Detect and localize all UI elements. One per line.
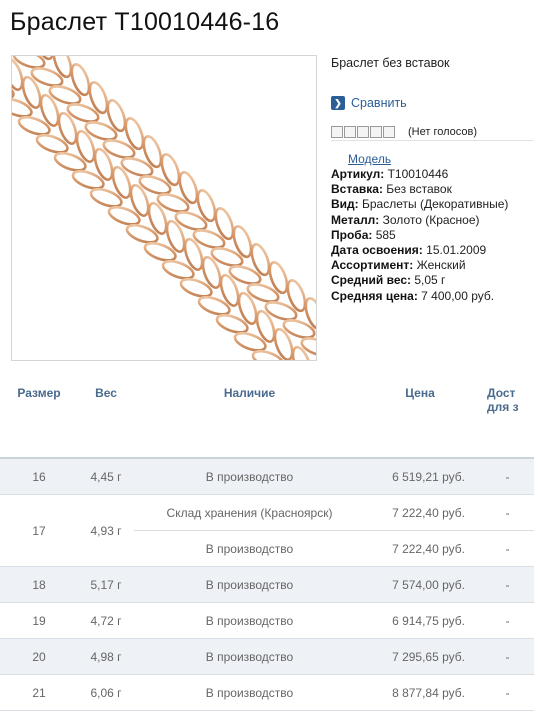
attribute-label: Ассортимент: (331, 258, 414, 273)
cell-weight: 4,72 г (90, 613, 122, 628)
cell-weight: 5,17 г (78, 566, 134, 603)
header-delivery-line-2: для з (487, 400, 519, 414)
cell-size: 17 (32, 523, 46, 538)
attribute-value: 5,05 г (411, 273, 446, 288)
rating-star-icon[interactable] (383, 126, 395, 138)
table-row: 20 4,98 г В производство 7 295,65 руб. - (0, 638, 534, 675)
attribute-label: Проба: (331, 227, 373, 242)
compare-control[interactable]: ❯ Сравнить (331, 96, 407, 110)
attribute-row: Проба: 585 (331, 228, 508, 243)
cell-stock: В производство (134, 566, 365, 603)
attribute-row: Вставка: Без вставок (331, 182, 508, 197)
cell-delivery: - (505, 685, 510, 700)
cell-stock: Склад хранения (Красноярск) (166, 505, 333, 520)
product-attributes: Артикул: Т10010446 Вставка: Без вставок … (331, 167, 508, 304)
cell-price: 7 222,40 руб. (365, 530, 475, 567)
table-header-row: Размер Вес Наличие Цена Дост для з (0, 372, 534, 458)
compare-link[interactable]: Сравнить (351, 96, 407, 110)
attribute-label: Вставка: (331, 182, 383, 197)
cell-delivery: - (475, 458, 534, 495)
attribute-value: 7 400,00 руб. (417, 288, 495, 303)
table-row: 21 6,06 г В производство 8 877,84 руб. - (0, 675, 534, 711)
attribute-row: Средняя цена: 7 400,00 руб. (331, 289, 508, 304)
cell-weight: 6,06 г (90, 685, 122, 700)
attribute-label: Металл: (331, 212, 380, 227)
cell-price: 7 574,00 руб. (365, 566, 475, 603)
attribute-value: 585 (372, 227, 396, 242)
cell-delivery: - (475, 566, 534, 603)
attribute-label: Средняя цена: (331, 288, 418, 303)
cell-price: 8 877,84 руб. (392, 685, 465, 700)
product-image[interactable] (11, 55, 317, 361)
column-header-stock[interactable]: Наличие (134, 372, 365, 458)
model-link[interactable]: Модель (348, 152, 391, 166)
attribute-row: Металл: Золото (Красное) (331, 213, 508, 228)
cell-delivery: - (475, 530, 534, 567)
cell-price: 6 914,75 руб. (392, 613, 465, 628)
cell-delivery: - (505, 613, 510, 628)
attribute-value: Без вставок (382, 182, 452, 197)
availability-table: Размер Вес Наличие Цена Дост для з 16 4,4… (0, 372, 534, 711)
rating-star-icon[interactable] (331, 126, 343, 138)
attribute-value: Браслеты (Декоративные) (358, 197, 509, 212)
attribute-row: Артикул: Т10010446 (331, 167, 508, 182)
attribute-label: Вид: (331, 197, 359, 212)
column-header-size[interactable]: Размер (0, 372, 78, 458)
gold-bracelet-image (12, 56, 316, 360)
cell-stock: В производство (134, 458, 365, 495)
attribute-label: Дата освоения: (331, 243, 423, 258)
rating: (Нет голосов) (331, 126, 534, 138)
attribute-label: Артикул: (331, 167, 385, 181)
attribute-row: Вид: Браслеты (Декоративные) (331, 197, 508, 212)
page-title: Браслет Т10010446-16 (10, 8, 280, 36)
product-subtitle: Браслет без вставок (331, 56, 450, 70)
column-header-delivery[interactable]: Дост для з (475, 372, 534, 458)
cell-size: 18 (0, 566, 78, 603)
cell-delivery: - (475, 638, 534, 675)
cell-size: 19 (32, 613, 46, 628)
table-row: 17 4,93 г Склад хранения (Красноярск) 7 … (0, 495, 534, 538)
divider (331, 140, 534, 141)
cell-size: 16 (0, 458, 78, 495)
cell-stock: В производство (205, 685, 294, 700)
rating-star-icon[interactable] (344, 126, 356, 138)
cell-size: 21 (32, 685, 46, 700)
product-info: Браслет без вставок ❯ Сравнить (Нет голо… (331, 56, 534, 303)
rating-star-icon[interactable] (357, 126, 369, 138)
table-row: 18 5,17 г В производство 7 574,00 руб. - (0, 566, 534, 603)
column-header-weight[interactable]: Вес (78, 372, 134, 458)
attribute-value: Женский (413, 258, 466, 273)
attribute-row: Средний вес: 5,05 г (331, 273, 508, 288)
votes-count: (Нет голосов) (408, 126, 478, 138)
attribute-row: Ассортимент: Женский (331, 258, 508, 273)
attribute-row: Дата освоения: 15.01.2009 (331, 243, 508, 258)
chevron-right-icon[interactable]: ❯ (331, 96, 345, 110)
cell-weight: 4,45 г (78, 458, 134, 495)
header-delivery-line-1: Дост (487, 386, 516, 400)
rating-star-icon[interactable] (370, 126, 382, 138)
table-row: 19 4,72 г В производство 6 914,75 руб. - (0, 603, 534, 639)
attribute-value: Т10010446 (384, 167, 449, 181)
cell-price: 7 295,65 руб. (365, 638, 475, 675)
cell-price: 6 519,21 руб. (365, 458, 475, 495)
cell-weight: 4,98 г (78, 638, 134, 675)
cell-price: 7 222,40 руб. (392, 505, 465, 520)
cell-stock: В производство (205, 613, 294, 628)
cell-stock: В производство (134, 638, 365, 675)
attribute-label: Средний вес: (331, 273, 412, 288)
cell-stock: В производство (134, 530, 365, 567)
cell-weight: 4,93 г (90, 523, 122, 538)
cell-delivery: - (505, 505, 510, 520)
attribute-value: 15.01.2009 (422, 243, 487, 258)
table-row: 16 4,45 г В производство 6 519,21 руб. - (0, 458, 534, 495)
cell-size: 20 (0, 638, 78, 675)
column-header-price[interactable]: Цена (365, 372, 475, 458)
attribute-value: Золото (Красное) (379, 212, 480, 227)
